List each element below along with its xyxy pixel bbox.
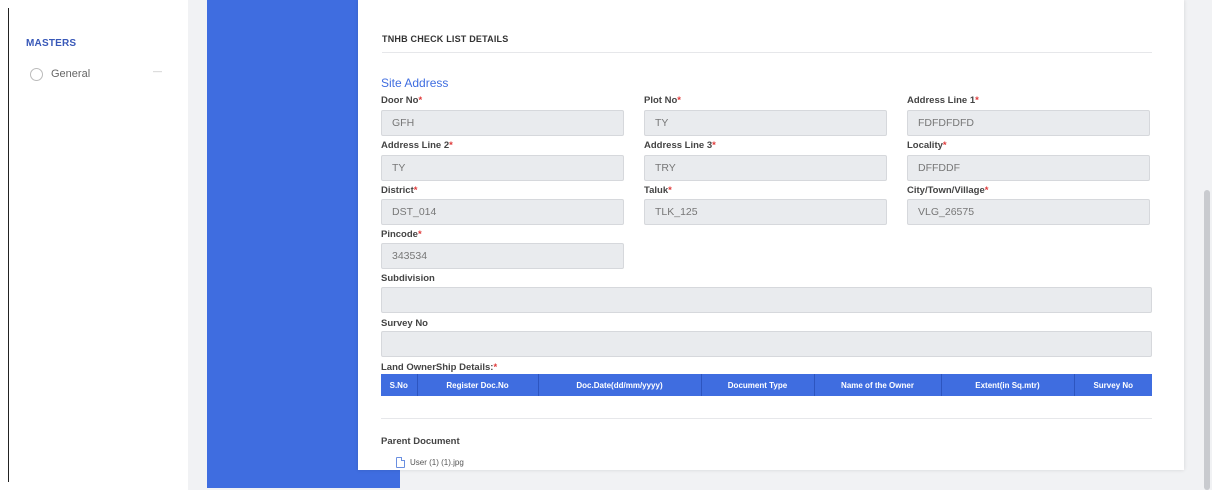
city-field[interactable] xyxy=(907,199,1150,225)
land-ownership-label: Land OwnerShip Details:* xyxy=(381,362,498,373)
section-heading: Site Address xyxy=(381,76,449,90)
locality-field[interactable] xyxy=(907,155,1150,181)
subdivision-field[interactable] xyxy=(381,287,1152,313)
details-card xyxy=(358,0,1184,470)
scrollbar-track xyxy=(1190,0,1200,490)
column-header: Name of the Owner xyxy=(814,374,942,396)
address-line-2-label: Address Line 2* xyxy=(381,140,453,151)
table-divider xyxy=(381,418,1152,419)
page-title: TNHB CHECK LIST DETAILS xyxy=(382,34,509,44)
parent-document-label: Parent Document xyxy=(381,436,460,447)
address-line-3-field[interactable] xyxy=(644,155,887,181)
parent-document-link[interactable]: User (1) (1).jpg xyxy=(396,457,464,468)
plot-no-label: Plot No* xyxy=(644,95,681,106)
taluk-field[interactable] xyxy=(644,199,887,225)
door-no-label: Door No* xyxy=(381,95,423,106)
survey-no-field[interactable] xyxy=(381,331,1152,357)
chevron-down-icon: — xyxy=(153,66,162,76)
column-header: Doc.Date(dd/mm/yyyy) xyxy=(538,374,702,396)
column-header: Register Doc.No xyxy=(417,374,539,396)
title-divider xyxy=(382,52,1152,53)
column-header: S.No xyxy=(381,374,418,396)
column-header: Survey No xyxy=(1074,374,1152,396)
address-line-3-label: Address Line 3* xyxy=(644,140,716,151)
column-header: Extent(in Sq.mtr) xyxy=(941,374,1075,396)
column-header: Document Type xyxy=(701,374,815,396)
plot-no-field[interactable] xyxy=(644,110,887,136)
survey-no-label: Survey No xyxy=(381,318,428,329)
locality-label: Locality* xyxy=(907,140,947,151)
land-ownership-table: S.No Register Doc.No Doc.Date(dd/mm/yyyy… xyxy=(381,374,1152,396)
address-line-2-field[interactable] xyxy=(381,155,624,181)
table-header-row: S.No Register Doc.No Doc.Date(dd/mm/yyyy… xyxy=(381,374,1152,396)
subdivision-label: Subdivision xyxy=(381,273,435,284)
district-field[interactable] xyxy=(381,199,624,225)
taluk-label: Taluk* xyxy=(644,185,672,196)
sidebar-item-general[interactable]: General — xyxy=(30,65,180,83)
sidebar-item-label: General xyxy=(51,68,91,80)
sidebar-section-title: MASTERS xyxy=(26,38,77,49)
file-icon xyxy=(396,457,405,468)
parent-document-filename: User (1) (1).jpg xyxy=(410,458,464,467)
door-no-field[interactable] xyxy=(381,110,624,136)
scrollbar-thumb[interactable] xyxy=(1204,190,1210,490)
district-label: District* xyxy=(381,185,418,196)
pincode-field[interactable] xyxy=(381,243,624,269)
pincode-label: Pincode* xyxy=(381,229,422,240)
user-circle-icon xyxy=(30,67,43,81)
city-label: City/Town/Village* xyxy=(907,185,989,196)
address-line-1-field[interactable] xyxy=(907,110,1150,136)
address-line-1-label: Address Line 1* xyxy=(907,95,979,106)
